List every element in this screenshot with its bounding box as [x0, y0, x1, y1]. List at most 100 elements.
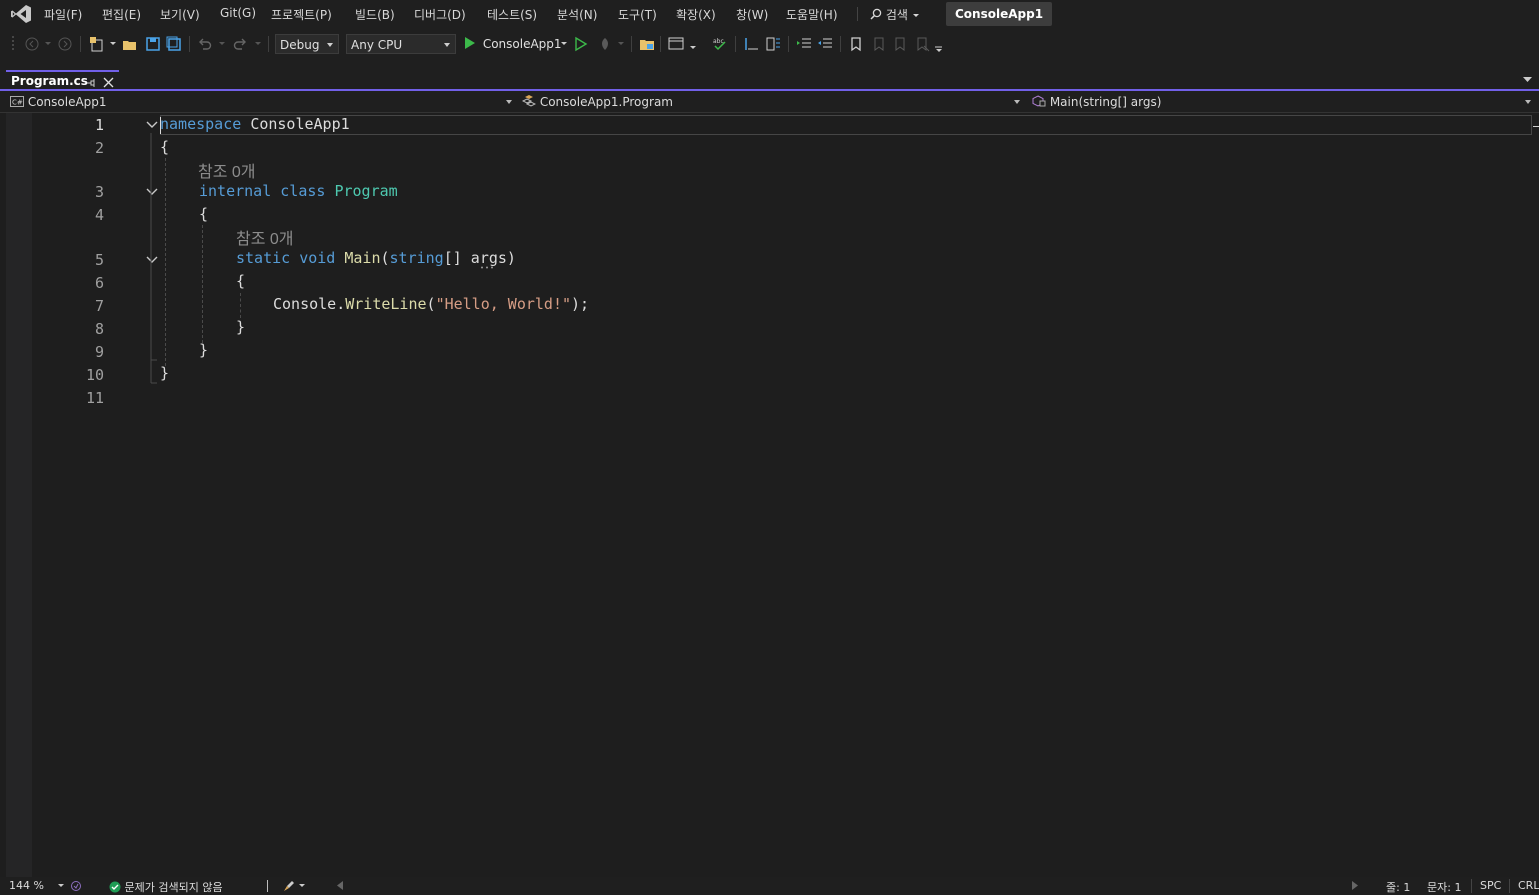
member-dropdown[interactable]: Main(string[] args) [1032, 92, 1532, 112]
increase-indent-icon[interactable] [817, 36, 833, 52]
save-all-icon[interactable] [166, 36, 182, 52]
method-name: Main [344, 249, 381, 267]
chevron-down-icon[interactable] [690, 46, 696, 50]
play-icon [465, 37, 475, 49]
clear-bookmarks-icon[interactable] [914, 36, 930, 52]
column-indicator[interactable]: 문자: 1 [1427, 879, 1461, 895]
spell-check-icon[interactable]: abc [712, 36, 728, 52]
start-without-debugging-icon[interactable] [573, 36, 589, 52]
menu-bar: 파일(F) 편집(E) 보기(V) Git(G) 프로젝트(P) 빌드(B) 디… [0, 0, 1539, 28]
keyword-static: static [236, 249, 291, 267]
code-line-9: } [199, 341, 209, 359]
visual-studio-logo-icon[interactable] [10, 4, 32, 24]
chevron-down-icon[interactable] [618, 42, 624, 46]
close-paren-semicolon: ); [571, 295, 590, 313]
type-dropdown[interactable]: ConsoleApp1.Program [521, 92, 1024, 112]
chevron-down-icon[interactable] [561, 42, 567, 46]
menu-project[interactable]: 프로젝트(P) [271, 6, 332, 23]
solution-platform-select[interactable]: Any CPU [346, 34, 456, 54]
solution-name-badge: ConsoleApp1 [946, 2, 1053, 26]
tab-list-dropdown-icon[interactable] [1523, 77, 1532, 83]
bookmark-icon[interactable] [848, 36, 864, 52]
menu-git[interactable]: Git(G) [220, 6, 256, 20]
undo-icon[interactable] [197, 36, 213, 52]
keyword-internal: internal [199, 182, 272, 200]
line-number: 8 [94, 320, 104, 338]
tab-program-cs[interactable]: Program.cs [6, 70, 119, 90]
solution-configuration-select[interactable]: Debug [275, 34, 339, 54]
console-class: Console [273, 295, 337, 313]
chevron-down-icon[interactable] [45, 42, 51, 46]
redo-icon[interactable] [232, 36, 248, 52]
search-button[interactable]: 검색 [870, 6, 920, 23]
string-literal: "Hello, World!" [435, 295, 572, 313]
line-indicator[interactable]: 줄: 1 [1386, 879, 1410, 895]
line-number: 9 [94, 343, 104, 361]
scroll-left-icon[interactable] [337, 881, 343, 890]
code-line-5: static void Main(string[] args) [236, 249, 516, 267]
menu-file[interactable]: 파일(F) [44, 6, 82, 23]
pin-icon[interactable] [86, 78, 96, 88]
save-icon[interactable] [145, 36, 161, 52]
navigate-back-icon[interactable] [24, 36, 40, 52]
intellicode-icon[interactable] [70, 880, 82, 892]
close-icon[interactable] [103, 77, 114, 88]
new-project-icon[interactable] [89, 36, 105, 52]
format-document-icon[interactable] [743, 36, 759, 52]
chevron-down-icon[interactable] [58, 884, 64, 888]
menu-debug[interactable]: 디버그(D) [414, 6, 466, 23]
project-name: ConsoleApp1 [27, 95, 107, 109]
standard-toolbar: Debug Any CPU ConsoleApp1 abc [0, 28, 1539, 60]
next-bookmark-icon[interactable] [892, 36, 908, 52]
toolbar-separator [268, 36, 269, 52]
menu-view[interactable]: 보기(V) [160, 6, 200, 23]
browse-folder-icon[interactable] [639, 36, 655, 52]
type-name: ConsoleApp1.Program [539, 95, 673, 109]
scroll-right-icon[interactable] [1352, 881, 1358, 890]
issues-indicator[interactable]: 문제가 검색되지 않음 [109, 879, 223, 895]
project-dropdown[interactable]: C# ConsoleApp1 [10, 92, 516, 112]
menu-window[interactable]: 창(W) [736, 6, 768, 23]
navigation-bar: C# ConsoleApp1 ConsoleApp1.Program Main(… [0, 91, 1539, 113]
codelens-references[interactable]: 참조 0개 [236, 225, 294, 249]
line-number: 4 [94, 206, 104, 224]
chevron-down-icon[interactable] [219, 42, 225, 46]
chevron-down-icon[interactable] [110, 42, 116, 46]
whitespace-indicator[interactable]: SPC [1480, 879, 1501, 892]
toolbar-grip-icon[interactable] [11, 35, 15, 53]
window-layout-icon[interactable] [668, 36, 684, 52]
menu-analyze[interactable]: 분석(N) [557, 6, 597, 23]
comment-selection-icon[interactable] [765, 36, 781, 52]
chevron-down-icon[interactable] [255, 42, 261, 46]
open-file-icon[interactable] [122, 36, 138, 52]
toolbar-separator [788, 36, 789, 52]
namespace-name: ConsoleApp1 [250, 115, 350, 133]
line-ending-indicator[interactable]: CRL [1518, 879, 1539, 892]
class-icon [521, 95, 537, 107]
chevron-down-icon [1014, 100, 1020, 104]
member-name: Main(string[] args) [1049, 95, 1162, 109]
decrease-indent-icon[interactable] [796, 36, 812, 52]
start-debugging-button[interactable]: ConsoleApp1 [463, 35, 562, 53]
collapse-chevron-icon[interactable] [145, 118, 159, 132]
menu-help[interactable]: 도움말(H) [786, 6, 838, 23]
hot-reload-icon[interactable] [597, 36, 613, 52]
member-access-dot: . [336, 295, 346, 313]
previous-bookmark-icon[interactable] [870, 36, 886, 52]
codelens-references[interactable]: 참조 0개 [198, 158, 256, 182]
navigate-forward-icon[interactable] [57, 36, 73, 52]
menu-extensions[interactable]: 확장(X) [676, 6, 716, 23]
menu-test[interactable]: 테스트(S) [487, 6, 537, 23]
code-line-4: { [199, 205, 209, 223]
menu-tools[interactable]: 도구(T) [618, 6, 657, 23]
code-editor[interactable]: 1 2 3 4 5 6 7 8 9 10 11 namespace Consol… [0, 113, 1539, 877]
code-cleanup-brush-icon[interactable] [283, 880, 295, 892]
menu-separator [857, 7, 858, 21]
zoom-level[interactable]: 144 % [9, 879, 44, 892]
toolbar-overflow-icon[interactable] [935, 46, 943, 52]
chevron-down-icon[interactable] [299, 884, 305, 888]
indicator-margin[interactable] [6, 113, 32, 877]
menu-build[interactable]: 빌드(B) [355, 6, 395, 23]
toolbar-separator [735, 36, 736, 52]
menu-edit[interactable]: 편집(E) [102, 6, 141, 23]
